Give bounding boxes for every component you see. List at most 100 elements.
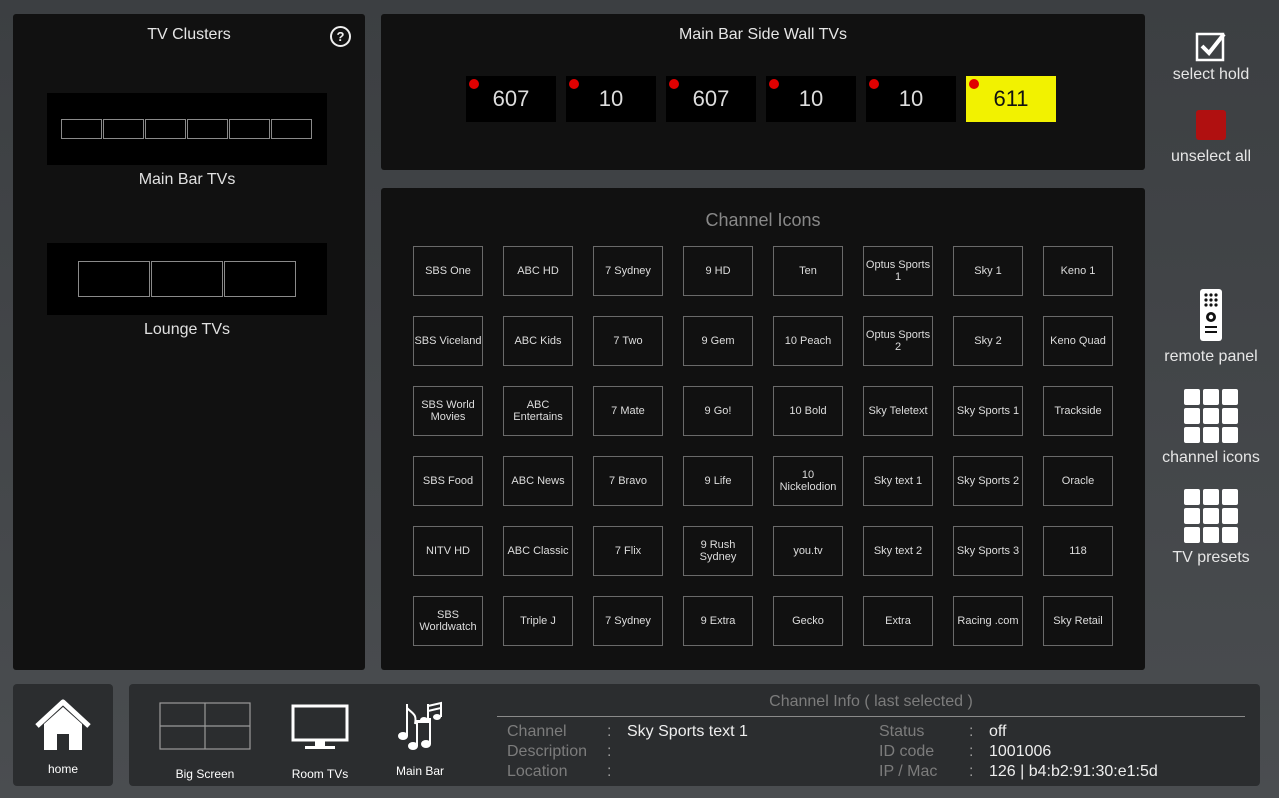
tv-button[interactable]: 611 [966,76,1056,122]
select-hold-button[interactable]: select hold [1150,30,1272,84]
status-dot-icon [769,79,779,89]
channel-icons-title: Channel Icons [705,210,821,230]
channel-button[interactable]: ABC Entertains [503,386,573,436]
channel-button[interactable]: 10 Bold [773,386,843,436]
channel-button[interactable]: Gecko [773,596,843,646]
tv-outline [187,119,228,139]
channel-button[interactable]: ABC Kids [503,316,573,366]
channel-info-title: Channel Info ( last selected ) [769,693,973,710]
channel-button[interactable]: 7 Bravo [593,456,663,506]
channel-button[interactable]: Sky 2 [953,316,1023,366]
tv-outline [271,119,312,139]
channel-button[interactable]: 9 Life [683,456,753,506]
tv-button[interactable]: 607 [466,76,556,122]
channel-button[interactable]: 7 Two [593,316,663,366]
channel-button[interactable]: Ten [773,246,843,296]
colon: : [607,743,612,760]
help-icon[interactable]: ? [330,26,351,47]
channel-button[interactable]: Sky text 1 [863,456,933,506]
channel-button[interactable]: 9 Extra [683,596,753,646]
unselect-all-label: unselect all [1170,148,1252,165]
channel-button[interactable]: Sky Teletext [863,386,933,436]
cluster-label: Main Bar TVs [138,171,236,188]
channel-button[interactable]: Sky Sports 3 [953,526,1023,576]
channel-button[interactable]: Trackside [1043,386,1113,436]
tv-outline [103,119,144,139]
status-dot-icon [569,79,579,89]
tv-button[interactable]: 10 [766,76,856,122]
main-bar-tv-layout [61,119,312,139]
tv-button[interactable]: 10 [866,76,956,122]
channel-button[interactable]: 9 Gem [683,316,753,366]
tv-outline [151,261,223,297]
id-code-value: 1001006 [989,743,1052,760]
channel-icons-button[interactable]: channel icons [1150,389,1272,467]
channel-button[interactable]: SBS Food [413,456,483,506]
tv-channel-number: 10 [898,86,924,111]
selected-cluster-panel: Main Bar Side Wall TVs 607 10 607 10 10 611 [381,14,1145,170]
home-button[interactable]: home [13,698,113,776]
remote-panel-button[interactable]: remote panel [1150,288,1272,366]
status-dot-icon [969,79,979,89]
status-value: off [989,723,1007,740]
channel-button[interactable]: 7 Flix [593,526,663,576]
main-bar-button[interactable]: Main Bar [380,700,460,778]
channel-button[interactable]: Sky Sports 2 [953,456,1023,506]
channel-button[interactable]: Oracle [1043,456,1113,506]
cluster-main-bar-tvs[interactable]: Main Bar TVs [47,93,327,188]
channel-button[interactable]: 9 Rush Sydney [683,526,753,576]
channel-button[interactable]: Keno Quad [1043,316,1113,366]
channel-button[interactable]: you.tv [773,526,843,576]
channel-button[interactable]: 7 Mate [593,386,663,436]
channel-button[interactable]: Racing .com [953,596,1023,646]
channel-button[interactable]: Optus Sports 1 [863,246,933,296]
channel-button[interactable]: 9 Go! [683,386,753,436]
channel-button[interactable]: ABC News [503,456,573,506]
channel-button[interactable]: 9 HD [683,246,753,296]
tv-channel-number: 10 [798,86,824,111]
channel-button[interactable]: Sky 1 [953,246,1023,296]
tv-presets-button[interactable]: TV presets [1150,489,1272,567]
channel-button[interactable]: SBS Worldwatch [413,596,483,646]
channel-button[interactable]: Extra [863,596,933,646]
channel-button[interactable]: SBS Viceland [413,316,483,366]
channel-button[interactable]: SBS One [413,246,483,296]
channel-button[interactable]: ABC HD [503,246,573,296]
channel-button[interactable]: 10 Nickelodion [773,456,843,506]
channel-button[interactable]: Sky Retail [1043,596,1113,646]
channel-button[interactable]: 10 Peach [773,316,843,366]
home-icon [35,699,91,750]
channel-button[interactable]: NITV HD [413,526,483,576]
unselect-all-button[interactable]: unselect all [1150,110,1272,166]
tv-button[interactable]: 10 [566,76,656,122]
channel-button[interactable]: 118 [1043,526,1113,576]
remote-panel-label: remote panel [1164,348,1258,365]
channel-button[interactable]: Keno 1 [1043,246,1113,296]
big-screen-label: Big Screen [175,767,235,781]
tv-channel-number: 611 [993,86,1029,111]
clusters-title: TV Clusters [147,26,231,43]
status-label: Status [879,723,925,740]
channel-button[interactable]: SBS World Movies [413,386,483,436]
channel-button[interactable]: Optus Sports 2 [863,316,933,366]
big-screen-button[interactable]: Big Screen [150,700,260,781]
music-notes-icon [398,701,442,750]
channel-icons-panel: Channel Icons SBS One ABC HD 7 Sydney 9 HD T… [381,188,1145,670]
cluster-title: Main Bar Side Wall TVs [678,26,848,43]
tv-outline [78,261,150,297]
channel-label: Channel [507,723,567,740]
tv-outline [61,119,102,139]
channel-button[interactable]: ABC Classic [503,526,573,576]
status-dot-icon [669,79,679,89]
grid-icon [1150,389,1272,443]
cluster-lounge-tvs[interactable]: Lounge TVs [47,243,327,338]
channel-button[interactable]: Sky text 2 [863,526,933,576]
channel-button[interactable]: Sky Sports 1 [953,386,1023,436]
channel-button[interactable]: 7 Sydney [593,596,663,646]
channel-button[interactable]: Triple J [503,596,573,646]
select-hold-label: select hold [1172,66,1250,83]
room-tvs-button[interactable]: Room TVs [280,700,360,781]
channel-button[interactable]: 7 Sydney [593,246,663,296]
divider [497,716,1245,717]
tv-button[interactable]: 607 [666,76,756,122]
